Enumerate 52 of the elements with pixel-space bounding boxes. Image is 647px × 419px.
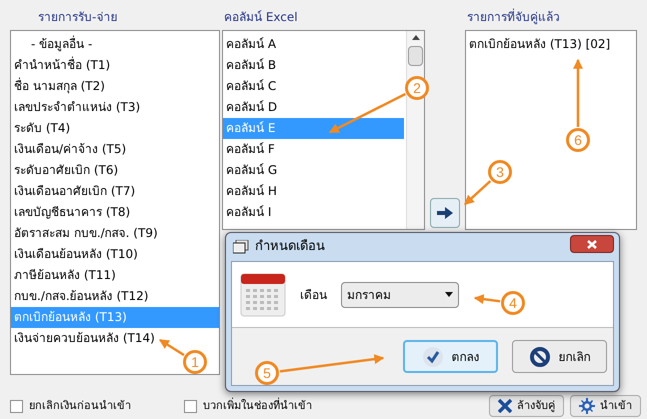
list-item[interactable]: คอลัมน์ I — [223, 202, 404, 223]
calendar-icon — [240, 272, 286, 318]
prohibited-icon — [528, 346, 550, 368]
list-item[interactable]: ระดับอาศัยเบิก (T6) — [11, 160, 219, 181]
close-icon — [587, 240, 597, 248]
list-box[interactable] — [10, 30, 220, 375]
list-item[interactable]: เลขบัญชีธนาคาร (T8) — [11, 202, 219, 223]
field-label: เดือน — [300, 286, 327, 304]
list-item[interactable]: ชื่อ นามสกุล (T2) — [11, 76, 219, 97]
list-item[interactable]: คอลัมน์ D — [223, 97, 404, 118]
gear-icon — [579, 398, 595, 414]
list-item[interactable]: คอลัมน์ A — [223, 34, 404, 55]
list-item[interactable]: ภาษีย้อนหลัง (T11) — [11, 265, 219, 286]
cross-icon — [498, 399, 512, 413]
list-item[interactable]: อัตราสะสม กบข./กสจ. (T9) — [11, 223, 219, 244]
list-item[interactable]: คอลัมน์ C — [223, 76, 404, 97]
checkbox[interactable] — [184, 400, 197, 412]
list-item[interactable]: เงินจ่ายควบย้อนหลัง (T14) — [11, 328, 219, 349]
checkbox-label: บวกเพิ่มในช่องที่นำเข้า — [203, 398, 312, 414]
list-item[interactable]: เงินเดือน/ค่าจ้าง (T5) — [11, 139, 219, 160]
list-item[interactable]: คอลัมน์ G — [223, 160, 404, 181]
dialog-title: กำหนดเดือน — [255, 238, 325, 256]
add-match-button[interactable] — [430, 198, 460, 228]
month-dropdown[interactable]: มกราคม — [341, 282, 459, 308]
list-item[interactable]: เงินเดือนย้อนหลัง (T10) — [11, 244, 219, 265]
dialog-button[interactable]: ตกลง — [403, 340, 498, 373]
list-title: คอลัมน์ Excel — [223, 9, 299, 26]
list-title: รายการรับ-จ่าย — [37, 9, 118, 26]
list-item[interactable]: ระดับ (T4) — [11, 118, 219, 139]
scrollbar[interactable] — [406, 31, 424, 229]
action-button[interactable]: ล้างจับคู่ — [489, 395, 564, 417]
list-item[interactable]: คอลัมน์ B — [223, 55, 404, 76]
list-item[interactable]: คอลัมน์ H — [223, 181, 404, 202]
window-icon — [233, 240, 249, 254]
list-item[interactable]: ตกเบิกย้อนหลัง (T13) [02] — [466, 34, 636, 55]
list-item[interactable]: คำนำหน้าชื่อ (T1) — [11, 55, 219, 76]
action-button[interactable]: นำเข้า — [570, 395, 641, 417]
close-button[interactable] — [570, 235, 614, 253]
list-item[interactable]: คอลัมน์ F — [223, 139, 404, 160]
check-icon — [422, 346, 444, 368]
dropdown-icon — [445, 292, 453, 297]
list-title: รายการที่จับคู่แล้ว — [466, 8, 561, 26]
checkbox-label: ยกเลิกเงินก่อนนำเข้า — [29, 398, 131, 414]
list-item[interactable]: เลขประจำตำแหน่ง (T3) — [11, 97, 219, 118]
list-item[interactable]: เงินเดือนอาศัยเบิก (T7) — [11, 181, 219, 202]
scroll-thumb[interactable] — [408, 46, 423, 66]
right-arrow-icon — [437, 207, 453, 219]
scroll-up-icon[interactable] — [412, 35, 420, 40]
dialog-button[interactable]: ยกเลิก — [512, 340, 607, 373]
list-item[interactable]: กบข./กสจ.ย้อนหลัง (T12) — [11, 286, 219, 307]
list-item[interactable]: - ข้อมูลอื่น - — [11, 34, 219, 55]
checkbox[interactable] — [10, 400, 23, 412]
